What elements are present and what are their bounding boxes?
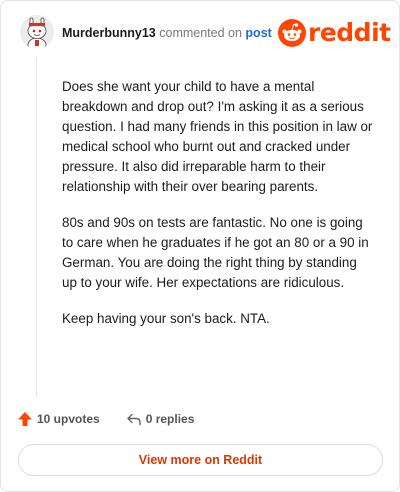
avatar[interactable]	[20, 15, 54, 49]
reddit-logo[interactable]: reddit	[278, 18, 391, 48]
snoo-avatar-icon	[20, 15, 54, 49]
comment-header: Murderbunny13 commented on post	[62, 25, 272, 41]
thread-line	[36, 57, 37, 397]
reply-count: 0 replies	[145, 412, 195, 426]
username-link[interactable]: Murderbunny13	[62, 26, 156, 40]
post-link[interactable]: post	[245, 26, 271, 40]
comment-paragraph: 80s and 90s on tests are fantastic. No o…	[62, 215, 369, 290]
comment-embed-card: Murderbunny13 commented on post reddit D…	[0, 0, 400, 492]
comment-body: Does she want your child to have a menta…	[62, 77, 374, 345]
comment-paragraph: Keep having your son's back. NTA.	[62, 311, 270, 326]
reply-arrow-icon	[127, 413, 141, 426]
upvote-count: 10 upvotes	[37, 412, 100, 426]
reddit-wordmark: reddit	[308, 18, 391, 47]
reply-action[interactable]: 0 replies	[126, 411, 195, 427]
upvote-action[interactable]: 10 upvotes	[17, 411, 100, 427]
upvote-arrow-icon	[18, 412, 32, 426]
comment-paragraph: Does she want your child to have a menta…	[62, 79, 373, 194]
action-text: commented on	[159, 26, 242, 40]
reddit-snoo-logo-icon	[278, 19, 306, 47]
view-more-button[interactable]: View more on Reddit	[18, 444, 383, 476]
comment-actions: 10 upvotes 0 replies	[17, 411, 220, 427]
